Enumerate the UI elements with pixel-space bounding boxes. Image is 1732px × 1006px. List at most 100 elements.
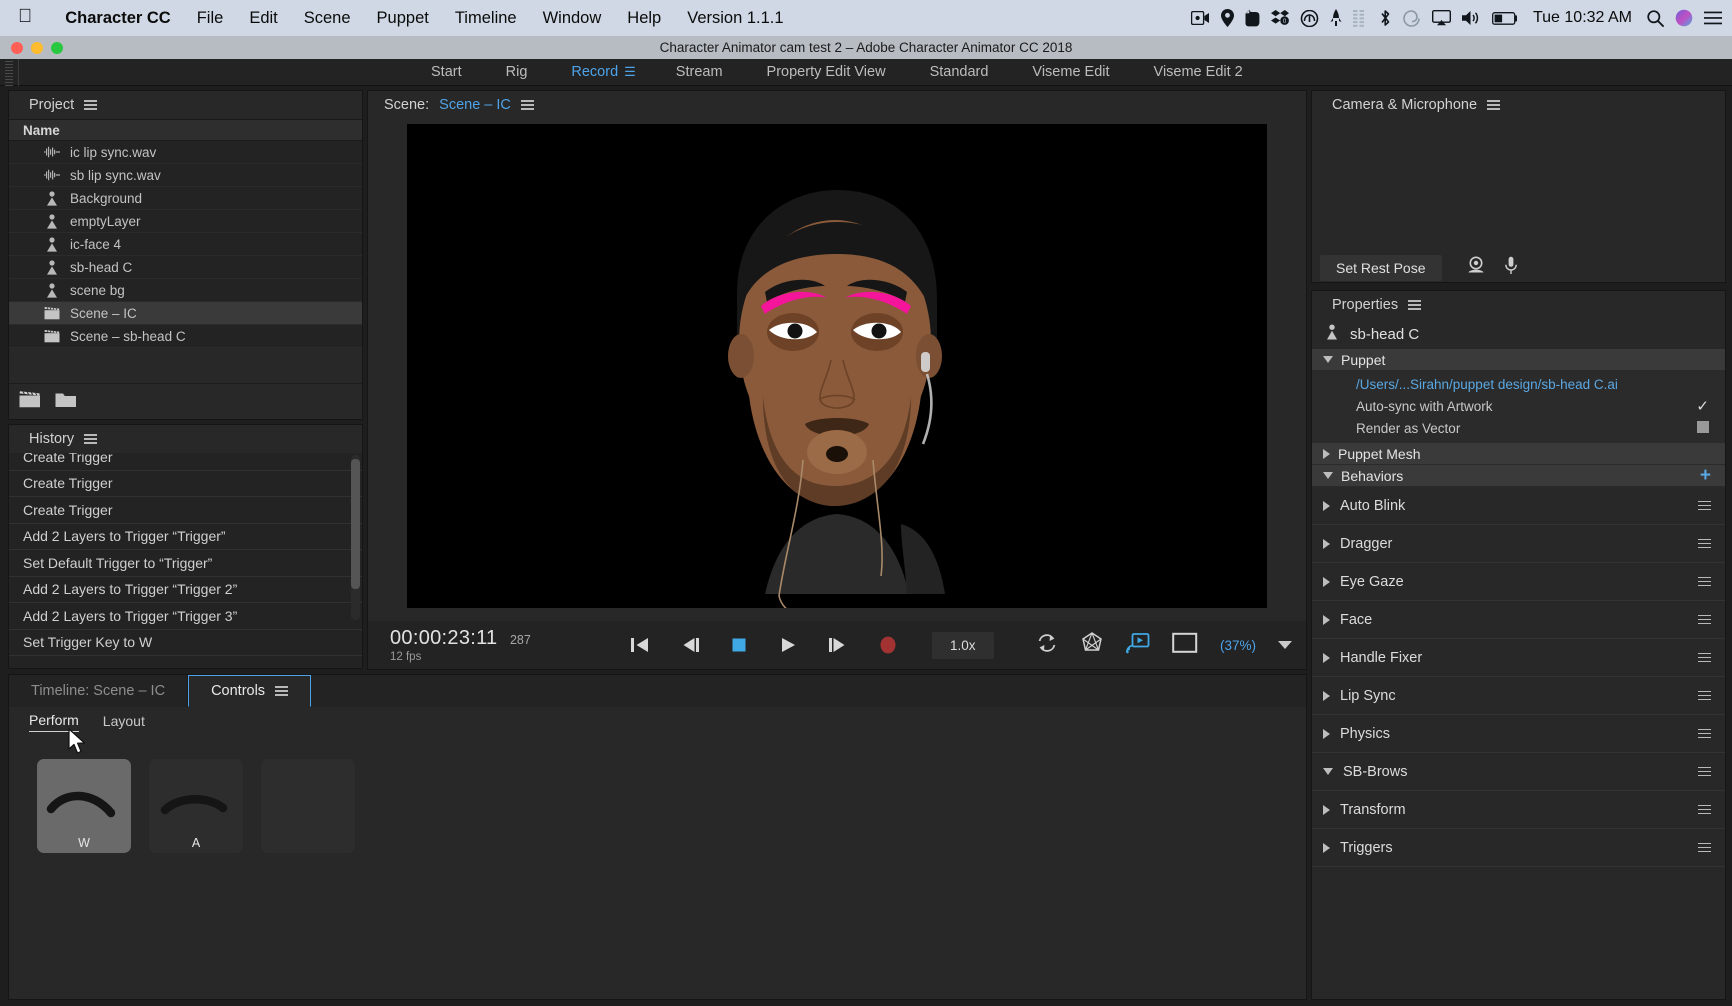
volume-icon[interactable] — [1461, 7, 1481, 29]
camera-preview-area[interactable] — [1312, 119, 1725, 256]
dropbox-icon[interactable]: 0 — [1270, 7, 1289, 29]
behavior-row-transform[interactable]: Transform — [1312, 791, 1725, 829]
chevron-right-icon[interactable] — [1323, 538, 1330, 549]
menu-bar-clock[interactable]: Tue 10:32 AM — [1533, 9, 1632, 27]
scene-canvas[interactable] — [407, 124, 1267, 618]
stream-cast-icon[interactable] — [1126, 632, 1150, 659]
step-back-button[interactable] — [680, 636, 700, 654]
behavior-menu-icon[interactable] — [1698, 498, 1711, 513]
camera-icon[interactable] — [1466, 256, 1486, 280]
menu-window[interactable]: Window — [530, 9, 615, 28]
rocket-icon[interactable] — [1330, 7, 1342, 29]
zoom-level-value[interactable]: (37%) — [1220, 638, 1256, 653]
list-item[interactable]: Add 2 Layers to Trigger “Trigger” — [9, 524, 362, 550]
auto-sync-with-artwork-row[interactable]: Auto-sync with Artwork ✓ — [1312, 395, 1725, 417]
chevron-right-icon[interactable] — [1323, 448, 1330, 459]
workspace-menu-icon[interactable]: ☰ — [624, 64, 654, 80]
workspace-drag-grip[interactable] — [0, 58, 18, 86]
menu-puppet[interactable]: Puppet — [364, 9, 442, 28]
spiral-icon[interactable] — [1402, 7, 1421, 29]
chevron-right-icon[interactable] — [1323, 652, 1330, 663]
microphone-icon[interactable] — [1504, 256, 1518, 280]
record-button[interactable] — [878, 635, 898, 655]
list-item[interactable]: Background — [9, 187, 362, 210]
timecode-display[interactable]: 00:00:23:11 287 12 fps — [390, 627, 580, 663]
list-item[interactable]: Create Trigger — [9, 453, 362, 471]
subtab-layout[interactable]: Layout — [103, 713, 145, 732]
list-item[interactable]: Scene – sb-head C — [9, 325, 362, 348]
set-rest-pose-button[interactable]: Set Rest Pose — [1320, 255, 1442, 281]
chevron-down-icon[interactable] — [1323, 472, 1333, 479]
chevron-down-icon[interactable] — [1278, 641, 1292, 649]
workspace-tab-property-edit-view[interactable]: Property Edit View — [745, 64, 908, 80]
new-scene-icon[interactable] — [19, 390, 41, 413]
render-as-vector-row[interactable]: Render as Vector — [1312, 417, 1725, 439]
list-item[interactable]: Set Trigger Key to W — [9, 630, 362, 656]
panel-menu-icon[interactable] — [84, 98, 98, 113]
behavior-row-eye-gaze[interactable]: Eye Gaze — [1312, 563, 1725, 601]
behavior-menu-icon[interactable] — [1698, 536, 1711, 551]
playback-speed-value[interactable]: 1.0x — [932, 631, 994, 659]
menu-scene[interactable]: Scene — [291, 9, 364, 28]
behavior-row-lip-sync[interactable]: Lip Sync — [1312, 677, 1725, 715]
menu-help[interactable]: Help — [614, 9, 674, 28]
chevron-down-icon[interactable] — [1323, 768, 1333, 775]
menu-character-cc[interactable]: Character CC — [52, 9, 183, 28]
menu-timeline[interactable]: Timeline — [442, 9, 530, 28]
puppet-source-path[interactable]: /Users/...Sirahn/puppet design/sb-head C… — [1356, 377, 1618, 392]
behavior-row-sb-brows[interactable]: SB-Brows — [1312, 753, 1725, 791]
fit-frame-icon[interactable] — [1172, 632, 1198, 659]
new-folder-icon[interactable] — [55, 391, 77, 413]
stop-button[interactable] — [730, 636, 748, 654]
behavior-row-handle-fixer[interactable]: Handle Fixer — [1312, 639, 1725, 677]
render-as-vector-checkbox[interactable] — [1697, 420, 1709, 436]
auto-sync-checkbox[interactable]: ✓ — [1696, 397, 1709, 415]
close-window-button[interactable] — [11, 42, 23, 54]
tab-timeline[interactable]: Timeline: Scene – IC — [9, 675, 189, 707]
chevron-right-icon[interactable] — [1323, 500, 1330, 511]
behavior-menu-icon[interactable] — [1698, 802, 1711, 817]
chevron-right-icon[interactable] — [1323, 614, 1330, 625]
trigger-tile-w[interactable]: W — [37, 759, 131, 853]
location-icon[interactable] — [1220, 7, 1234, 29]
behavior-menu-icon[interactable] — [1698, 688, 1711, 703]
behavior-row-face[interactable]: Face — [1312, 601, 1725, 639]
behavior-row-physics[interactable]: Physics — [1312, 715, 1725, 753]
list-item[interactable]: Scene – IC — [9, 302, 362, 325]
workspace-tab-rig[interactable]: Rig — [484, 64, 550, 80]
workspace-tab-start[interactable]: Start — [409, 64, 484, 80]
step-forward-button[interactable] — [828, 636, 848, 654]
panel-menu-icon[interactable] — [1487, 98, 1501, 113]
behavior-row-auto-blink[interactable]: Auto Blink — [1312, 487, 1725, 525]
behavior-menu-icon[interactable] — [1698, 574, 1711, 589]
trigger-tile-a[interactable]: A — [149, 759, 243, 853]
tab-controls[interactable]: Controls — [188, 675, 312, 707]
trigger-tile-empty[interactable] — [261, 759, 355, 853]
list-item[interactable]: Add 2 Layers to Trigger “Trigger 2” — [9, 577, 362, 603]
property-group-behaviors[interactable]: Behaviors + — [1312, 465, 1725, 487]
search-icon[interactable] — [1647, 7, 1664, 29]
list-item[interactable]: Add 2 Layers to Trigger “Trigger 3” — [9, 603, 362, 630]
play-button[interactable] — [778, 636, 798, 654]
workspace-tab-standard[interactable]: Standard — [908, 64, 1011, 80]
menu-version[interactable]: Version 1.1.1 — [674, 9, 796, 28]
chevron-right-icon[interactable] — [1323, 728, 1330, 739]
list-item[interactable]: ic-face 4 — [9, 233, 362, 256]
property-group-puppet[interactable]: Puppet — [1312, 349, 1725, 371]
chevron-right-icon[interactable] — [1323, 690, 1330, 701]
siri-icon[interactable] — [1675, 7, 1693, 29]
panel-menu-icon[interactable] — [84, 432, 98, 447]
bluetooth-icon[interactable] — [1380, 7, 1391, 29]
list-item[interactable]: Set Default Trigger to “Trigger” — [9, 550, 362, 577]
behavior-row-triggers[interactable]: Triggers — [1312, 829, 1725, 867]
panel-menu-icon[interactable] — [1408, 298, 1422, 313]
maximize-window-button[interactable] — [51, 42, 63, 54]
battery-icon[interactable] — [1492, 7, 1518, 29]
chevron-right-icon[interactable] — [1323, 842, 1330, 853]
add-behavior-button[interactable]: + — [1700, 466, 1711, 485]
menu-edit[interactable]: Edit — [236, 9, 290, 28]
scene-name[interactable]: Scene – IC — [439, 97, 511, 113]
go-to-start-button[interactable] — [630, 636, 650, 654]
workspace-tab-viseme-edit[interactable]: Viseme Edit — [1010, 64, 1131, 80]
menu-file[interactable]: File — [184, 9, 237, 28]
